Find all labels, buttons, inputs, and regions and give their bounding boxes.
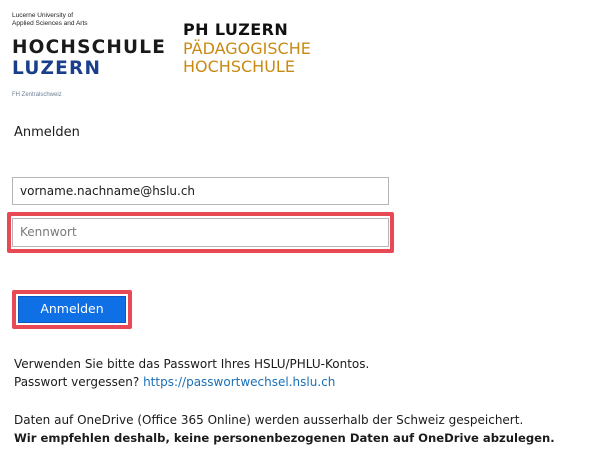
- hslu-tagline-2: Applied Sciences and Arts: [12, 20, 88, 27]
- forgot-password-link[interactable]: https://passwortwechsel.hslu.ch: [143, 375, 335, 389]
- password-hint: Verwenden Sie bitte das Passwort Ihres H…: [14, 357, 370, 371]
- onedrive-notice: Daten auf OneDrive (Office 365 Online) w…: [14, 413, 524, 427]
- submit-button[interactable]: Anmelden: [18, 296, 126, 323]
- hslu-logo: Lucerne University of Applied Sciences a…: [12, 12, 165, 102]
- ph-title: PH LUZERN: [183, 20, 289, 39]
- onedrive-warning: Wir empfehlen deshalb, keine personenbez…: [14, 431, 555, 445]
- forgot-password-row: Passwort vergessen? https://passwortwech…: [14, 373, 335, 391]
- page-title: Anmelden: [14, 125, 80, 140]
- hslu-word-hochschule: HOCHSCHULE: [12, 37, 167, 58]
- ph-line-hochschule: HOCHSCHULE: [183, 57, 295, 76]
- hslu-tagline-1: Lucerne University of: [12, 12, 74, 19]
- ph-luzern-logo: PH LUZERN PÄDAGOGISCHE HOCHSCHULE: [183, 21, 343, 81]
- forgot-password-label: Passwort vergessen?: [14, 375, 140, 389]
- ph-line-paedagogische: PÄDAGOGISCHE: [183, 39, 311, 58]
- username-field[interactable]: vorname.nachname@hslu.ch: [12, 177, 389, 205]
- username-value: vorname.nachname@hslu.ch: [20, 184, 196, 198]
- password-placeholder: Kennwort: [20, 225, 77, 239]
- hslu-footer: FH Zentralschweiz: [12, 92, 62, 98]
- hslu-word-luzern: LUZERN: [12, 58, 102, 79]
- password-field[interactable]: Kennwort: [12, 218, 389, 247]
